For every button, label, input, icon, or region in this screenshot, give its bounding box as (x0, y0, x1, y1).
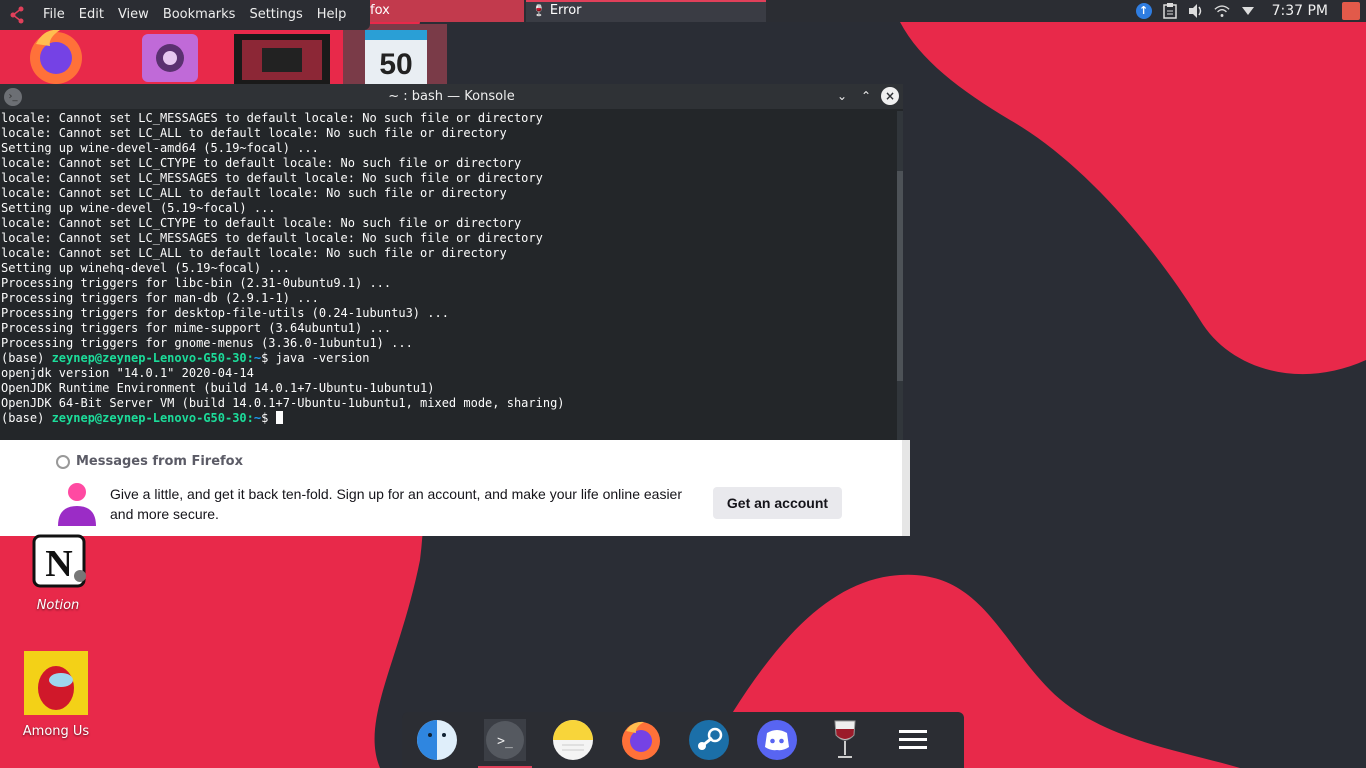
menu-help[interactable]: Help (310, 0, 354, 30)
menu-settings[interactable]: Settings (242, 0, 309, 30)
taskbar-tab-error[interactable]: 🍷 Error (526, 0, 766, 22)
close-icon[interactable]: × (881, 87, 899, 105)
message-body: Give a little, and get it back ten-fold.… (110, 486, 682, 522)
fifty-app-icon[interactable]: 50 (343, 24, 447, 84)
prompt-sep: : (246, 411, 254, 425)
terminal-line: locale: Cannot set LC_CTYPE to default l… (1, 156, 522, 170)
expand-tray-icon[interactable] (1240, 3, 1256, 19)
window-title: ~ : bash — Konsole (388, 89, 515, 104)
minimize-icon[interactable]: ⌄ (833, 87, 851, 105)
terminal-line: Processing triggers for libc-bin (2.31-0… (1, 276, 392, 290)
menu-icon[interactable] (892, 719, 934, 761)
get-account-button[interactable]: Get an account (713, 487, 842, 519)
terminal-line: locale: Cannot set LC_CTYPE to default l… (1, 216, 522, 230)
terminal-cursor (275, 411, 283, 424)
prompt-prefix: (base) (1, 351, 52, 365)
prompt-suffix: $ java -version (261, 351, 370, 365)
terminal-prompt-line: (base) zeynep@zeynep-Lenovo-G50-30:~$ ja… (1, 351, 903, 366)
taskbar-tab-label: Error (549, 3, 582, 18)
terminal-line: locale: Cannot set LC_MESSAGES to defaul… (1, 111, 543, 125)
terminal-line: locale: Cannot set LC_ALL to default loc… (1, 186, 507, 200)
terminal-line: Processing triggers for desktop-file-uti… (1, 306, 449, 320)
terminal-line: Processing triggers for gnome-menus (3.3… (1, 336, 413, 350)
firefox-message-header: Messages from Firefox (56, 454, 243, 469)
volume-icon[interactable] (1188, 3, 1204, 19)
menu-view[interactable]: View (111, 0, 156, 30)
terminal-output-line: OpenJDK Runtime Environment (build 14.0.… (1, 381, 435, 395)
desktop-icon-label: Among Us (22, 724, 90, 739)
konsole-menubar: File Edit View Bookmarks Settings Help (0, 0, 370, 30)
terminal-line: Processing triggers for man-db (2.9.1-1)… (1, 291, 319, 305)
terminal-icon[interactable]: >_ (478, 719, 532, 768)
terminal-line: locale: Cannot set LC_MESSAGES to defaul… (1, 171, 543, 185)
notion-icon: N (32, 534, 86, 588)
kde-logo-icon[interactable] (0, 0, 36, 30)
terminal-output-line: OpenJDK 64-Bit Server VM (build 14.0.1+7… (1, 396, 565, 410)
svg-text:N: N (45, 543, 72, 585)
menu-edit[interactable]: Edit (72, 0, 111, 30)
clock[interactable]: 7:37 PM (1272, 3, 1328, 19)
terminal-output[interactable]: locale: Cannot set LC_MESSAGES to defaul… (0, 111, 903, 440)
dock: >_ (402, 712, 964, 768)
firefox-small-icon (56, 454, 70, 469)
prompt-user: zeynep@zeynep-Lenovo-G50-30 (51, 351, 247, 365)
message-header-text: Messages from Firefox (76, 454, 243, 469)
wifi-icon[interactable] (1214, 3, 1230, 19)
clipboard-icon[interactable] (1162, 3, 1178, 19)
konsole-window: ›_ ~ : bash — Konsole ⌄ ⌃ × locale: Cann… (0, 84, 903, 440)
prompt-user: zeynep@zeynep-Lenovo-G50-30 (51, 411, 247, 425)
firefox-icon[interactable] (26, 24, 86, 84)
konsole-titlebar[interactable]: ›_ ~ : bash — Konsole ⌄ ⌃ × (0, 84, 903, 109)
desktop-icon-notion[interactable]: N Notion (22, 534, 94, 613)
terminal-line: locale: Cannot set LC_ALL to default loc… (1, 246, 507, 260)
taskbar-tab-label: fox (370, 3, 390, 18)
logout-icon[interactable] (1342, 2, 1360, 20)
window-menu-icon[interactable]: ›_ (4, 88, 22, 106)
terminal-line: locale: Cannot set LC_ALL to default loc… (1, 126, 507, 140)
terminal-prompt-line: (base) zeynep@zeynep-Lenovo-G50-30:~$ (1, 411, 903, 426)
taskbar-tab-firefox[interactable]: fox (364, 0, 524, 22)
prompt-prefix: (base) (1, 411, 52, 425)
updates-icon[interactable]: ↑ (1135, 3, 1152, 19)
terminal-line: Setting up wine-devel (5.19~focal) ... (1, 201, 276, 215)
scrollbar-thumb[interactable] (897, 171, 903, 381)
terminal-line: Setting up wine-devel-amd64 (5.19~focal)… (1, 141, 319, 155)
among-us-icon (24, 651, 88, 715)
firefox-message-panel: Messages from Firefox Give a little, and… (0, 440, 910, 536)
wine-icon: 🍷 (532, 4, 546, 17)
webcam-app-icon[interactable] (140, 24, 200, 84)
terminal-scrollbar[interactable] (897, 111, 903, 440)
wine-icon[interactable] (824, 719, 866, 761)
firefox-icon[interactable] (620, 719, 662, 761)
terminal-line: locale: Cannot set LC_MESSAGES to defaul… (1, 231, 543, 245)
game-app-icon[interactable] (232, 24, 332, 84)
account-avatar-icon (58, 482, 96, 526)
svg-text:>_: >_ (497, 734, 513, 749)
desktop-icon-among-us[interactable]: Among Us (16, 650, 96, 739)
finder-icon[interactable] (416, 719, 458, 761)
terminal-output-line: openjdk version "14.0.1" 2020-04-14 (1, 366, 254, 380)
maximize-icon[interactable]: ⌃ (857, 87, 875, 105)
desktop-icon-label: Notion (36, 598, 80, 613)
notes-icon[interactable] (552, 719, 594, 761)
system-tray: ↑ 7:37 PM (1135, 0, 1366, 22)
menu-file[interactable]: File (36, 0, 72, 30)
prompt-suffix: $ (261, 411, 276, 425)
svg-text:50: 50 (379, 48, 412, 81)
prompt-sep: : (246, 351, 254, 365)
discord-icon[interactable] (756, 719, 798, 761)
menu-bookmarks[interactable]: Bookmarks (156, 0, 243, 30)
terminal-line: Setting up winehq-devel (5.19~focal) ... (1, 261, 290, 275)
steam-icon[interactable] (688, 719, 730, 761)
terminal-line: Processing triggers for mime-support (3.… (1, 321, 392, 335)
